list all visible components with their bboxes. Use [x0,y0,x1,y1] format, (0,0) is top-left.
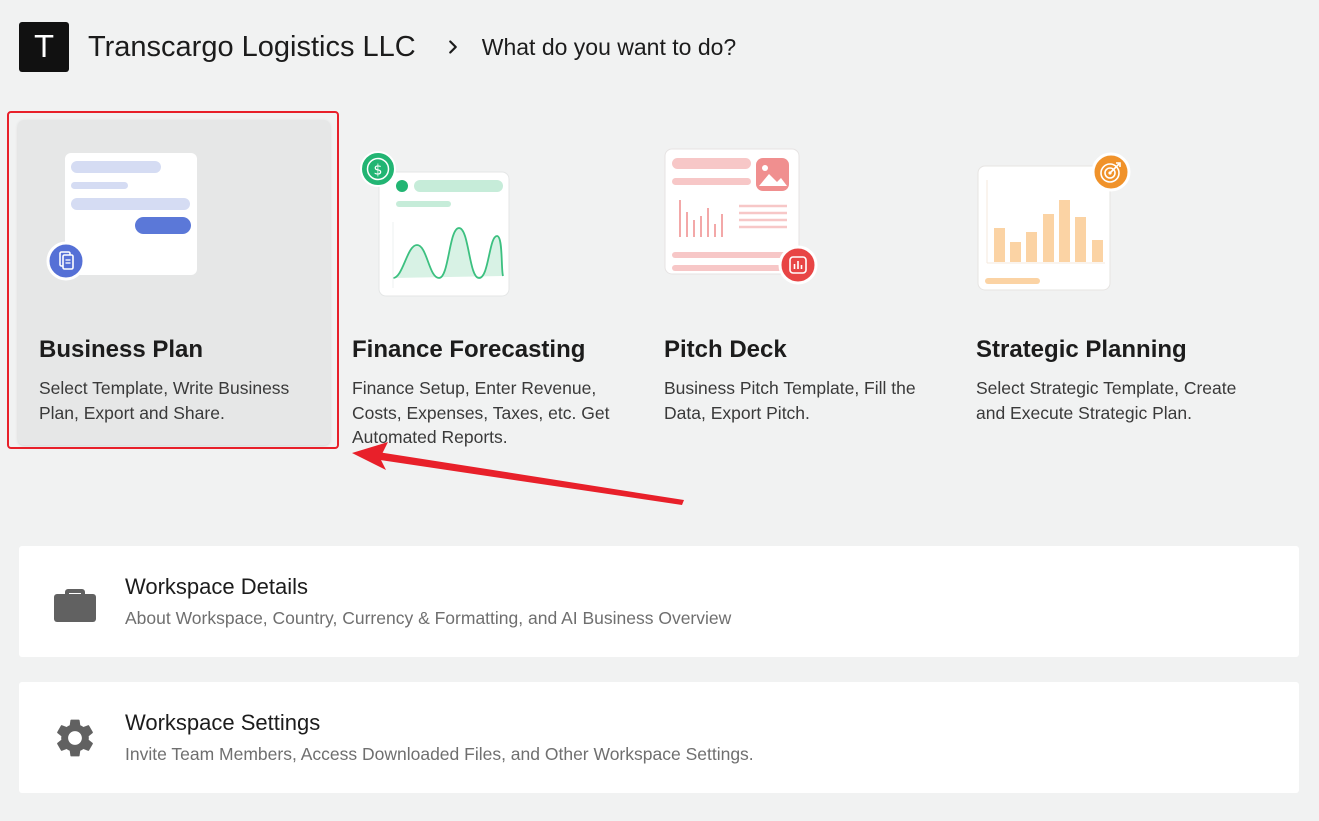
workspace-avatar[interactable]: T [19,22,69,72]
chart-icon [778,245,818,285]
card-pitch-deck[interactable]: Pitch Deck Business Pitch Template, Fill… [643,120,955,445]
card-description: Business Pitch Template, Fill the Data, … [664,378,916,423]
target-icon [1091,152,1131,192]
pitch-deck-illustration [664,148,800,275]
chevron-right-icon [448,40,457,54]
row-title: Workspace Settings [125,710,321,735]
workspace-name[interactable]: Transcargo Logistics LLC [88,31,416,64]
gear-icon [57,719,93,757]
strategic-planning-illustration [977,165,1111,291]
briefcase-icon [54,589,96,622]
highlight-annotation-box [7,111,339,449]
card-strategic-planning[interactable]: Strategic Planning Select Strategic Temp… [955,120,1267,445]
dollar-icon: $ [360,151,396,187]
card-title: Strategic Planning [976,336,1187,363]
page-title: What do you want to do? [481,33,737,60]
row-description: Invite Team Members, Access Downloaded F… [125,744,754,764]
row-description: About Workspace, Country, Currency & For… [125,608,732,628]
card-finance-forecasting[interactable]: $ Finance Forecasting Finance Setup, Ent… [331,120,643,447]
header: T Transcargo Logistics LLC What do you w… [19,22,736,72]
annotation-arrow-icon [352,442,684,505]
card-description: Select Strategic Template, Create and Ex… [976,378,1237,423]
row-title: Workspace Details [125,574,308,599]
card-title: Pitch Deck [664,336,787,363]
workspace-settings-row[interactable]: Workspace Settings Invite Team Members, … [19,682,1299,793]
card-title: Finance Forecasting [352,336,586,363]
workspace-details-row[interactable]: Workspace Details About Workspace, Count… [19,546,1299,657]
svg-text:$: $ [374,163,383,179]
